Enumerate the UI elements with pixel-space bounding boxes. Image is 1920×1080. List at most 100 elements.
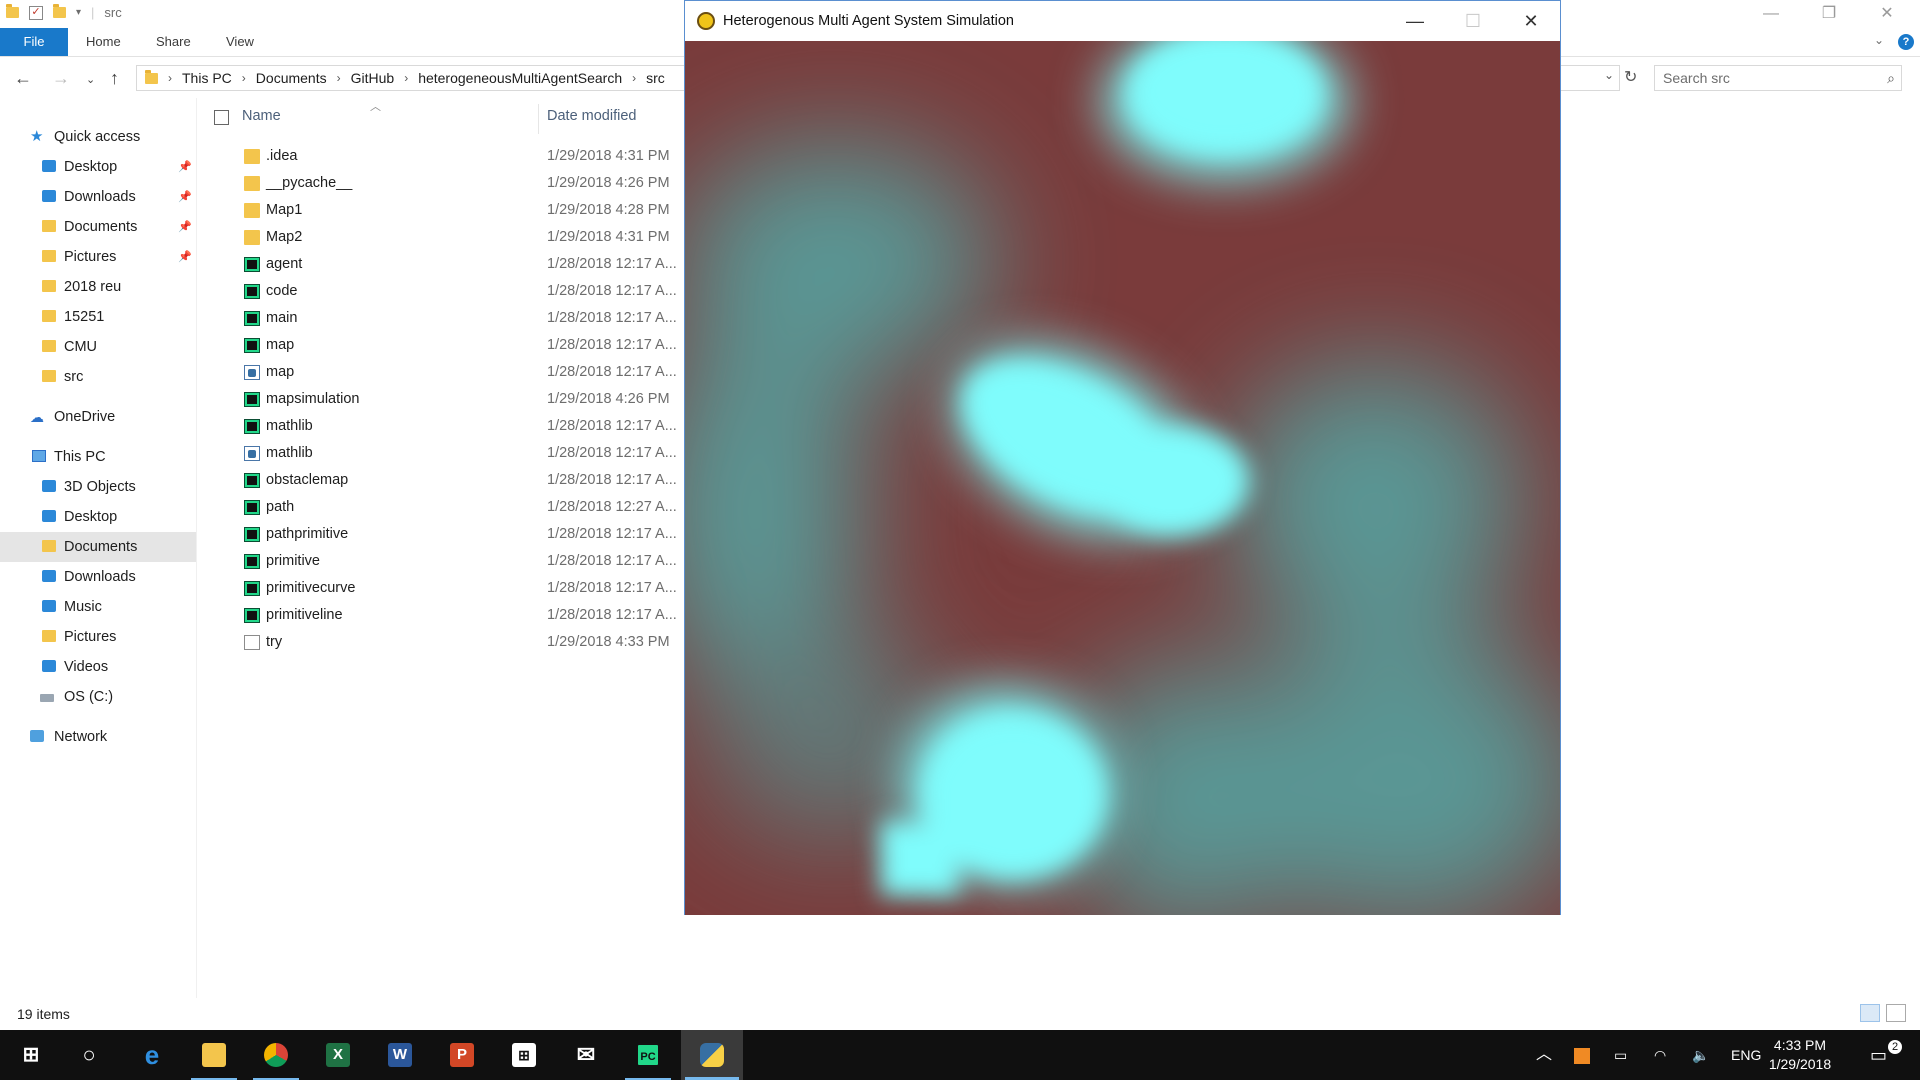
taskbar-chrome[interactable] [245,1030,307,1080]
nav-item-pc-downloads[interactable]: Downloads [0,562,196,592]
taskbar-mail[interactable]: ✉ [555,1030,617,1080]
expand-ribbon-icon[interactable]: ⌄ [1874,33,1884,47]
nav-item-desktop[interactable]: Desktop 📌 [0,152,196,182]
file-row[interactable]: map 1/28/2018 12:17 A... [196,359,686,386]
nav-item-3d-objects[interactable]: 3D Objects [0,472,196,502]
file-row[interactable]: pathprimitive 1/28/2018 12:17 A... [196,521,686,548]
column-name[interactable]: Name [242,108,281,124]
file-row[interactable]: agent 1/28/2018 12:17 A... [196,251,686,278]
breadcrumb-src[interactable]: src [646,66,665,90]
file-row[interactable]: mathlib 1/28/2018 12:17 A... [196,440,686,467]
cortana-button[interactable]: ○ [58,1030,120,1080]
file-row[interactable]: try 1/29/2018 4:33 PM [196,629,686,656]
file-row[interactable]: code 1/28/2018 12:17 A... [196,278,686,305]
help-icon[interactable]: ? [1898,34,1914,50]
nav-onedrive[interactable]: ☁ OneDrive [0,402,196,432]
nav-label: 15251 [64,309,105,325]
nav-item-pictures[interactable]: Pictures 📌 [0,242,196,272]
forward-icon[interactable]: → [52,68,70,89]
nav-item-downloads[interactable]: Downloads 📌 [0,182,196,212]
nav-item-pc-desktop[interactable]: Desktop [0,502,196,532]
tray-app-icon[interactable] [1574,1030,1590,1080]
sim-minimize-button[interactable]: — [1386,1,1444,41]
wifi-icon[interactable]: ◠ [1654,1030,1666,1080]
pin-icon[interactable]: 📌 [178,242,192,272]
up-icon[interactable]: ↑ [110,68,119,89]
taskbar-powerpoint[interactable]: P [431,1030,493,1080]
file-row[interactable]: .idea 1/29/2018 4:31 PM [196,143,686,170]
restore-button[interactable]: ❐ [1800,0,1858,28]
pin-icon[interactable]: 📌 [178,152,192,182]
tab-share[interactable]: Share [156,28,191,56]
file-row[interactable]: primitiveline 1/28/2018 12:17 A... [196,602,686,629]
properties-icon[interactable]: ✓ [29,5,43,20]
breadcrumb-documents[interactable]: Documents [256,66,327,90]
volume-icon[interactable]: 🔈 [1692,1030,1709,1080]
address-dropdown-icon[interactable]: ⌄ [1604,68,1614,82]
select-all-checkbox[interactable] [214,110,229,125]
sim-close-button[interactable]: ✕ [1502,1,1560,41]
start-button[interactable]: ⊞ [0,1030,62,1080]
breadcrumb-this-pc[interactable]: This PC [182,66,232,90]
file-row[interactable]: obstaclemap 1/28/2018 12:17 A... [196,467,686,494]
file-row[interactable]: primitive 1/28/2018 12:17 A... [196,548,686,575]
minimize-button[interactable]: — [1742,0,1800,28]
nav-item-pc-pictures[interactable]: Pictures [0,622,196,652]
tab-file[interactable]: File [0,28,68,56]
battery-icon[interactable]: ▭ [1614,1030,1627,1080]
search-input[interactable]: Search src ⌕ [1654,65,1902,91]
sim-maximize-button[interactable]: ☐ [1444,1,1502,41]
refresh-icon[interactable]: ↻ [1624,67,1637,87]
nav-item-videos[interactable]: Videos [0,652,196,682]
nav-item-documents[interactable]: Documents 📌 [0,212,196,242]
file-row[interactable]: Map2 1/29/2018 4:31 PM [196,224,686,251]
pin-icon[interactable]: 📌 [178,212,192,242]
simulation-titlebar[interactable]: Heterogenous Multi Agent System Simulati… [685,1,1560,41]
breadcrumb-repo[interactable]: heterogeneousMultiAgentSearch [418,66,622,90]
tab-home[interactable]: Home [86,28,121,56]
column-divider[interactable] [538,104,539,134]
file-row[interactable]: mathlib 1/28/2018 12:17 A... [196,413,686,440]
close-button[interactable]: ✕ [1858,0,1916,28]
clock[interactable]: 4:33 PM 1/29/2018 [1760,1036,1840,1074]
show-hidden-icons-chevron-icon[interactable]: ︿ [1536,1030,1552,1080]
simulation-canvas[interactable] [685,41,1560,915]
nav-network[interactable]: Network [0,722,196,752]
nav-quick-access[interactable]: ★ Quick access [0,122,196,152]
file-row[interactable]: map 1/28/2018 12:17 A... [196,332,686,359]
action-center-icon[interactable]: ▭ [1870,1030,1887,1080]
nav-item-os-c[interactable]: OS (C:) [0,682,196,712]
file-row[interactable]: primitivecurve 1/28/2018 12:17 A... [196,575,686,602]
file-row[interactable]: __pycache__ 1/29/2018 4:26 PM [196,170,686,197]
taskbar-store[interactable]: ⊞ [493,1030,555,1080]
recent-locations-icon[interactable]: ⌄ [86,73,95,86]
file-row[interactable]: path 1/28/2018 12:27 A... [196,494,686,521]
pin-icon[interactable]: 📌 [178,182,192,212]
details-view-icon[interactable] [1860,1004,1880,1022]
large-icons-view-icon[interactable] [1886,1004,1906,1022]
nav-item-cmu[interactable]: CMU [0,332,196,362]
nav-item-pc-documents[interactable]: Documents [0,532,196,562]
taskbar-file-explorer[interactable] [183,1030,245,1080]
nav-item-music[interactable]: Music [0,592,196,622]
file-row[interactable]: mapsimulation 1/29/2018 4:26 PM [196,386,686,413]
language-indicator[interactable]: ENG [1731,1030,1761,1080]
folder-icon [42,370,56,382]
breadcrumb-github[interactable]: GitHub [351,66,395,90]
nav-item-15251[interactable]: 15251 [0,302,196,332]
column-date-modified[interactable]: Date modified [547,108,636,124]
taskbar-word[interactable]: W [369,1030,431,1080]
nav-item-src[interactable]: src [0,362,196,392]
taskbar-pycharm[interactable]: PC [617,1030,679,1080]
new-folder-icon[interactable] [53,4,66,18]
back-icon[interactable]: ← [14,68,32,89]
nav-this-pc[interactable]: This PC [0,442,196,472]
nav-item-2018-reu[interactable]: 2018 reu [0,272,196,302]
taskbar-python[interactable] [681,1030,743,1080]
file-row[interactable]: Map1 1/29/2018 4:28 PM [196,197,686,224]
customize-qat-icon[interactable]: ▾ [76,7,81,18]
taskbar-excel[interactable]: X [307,1030,369,1080]
taskbar-edge[interactable]: e [121,1030,183,1080]
file-row[interactable]: main 1/28/2018 12:17 A... [196,305,686,332]
tab-view[interactable]: View [226,28,254,56]
